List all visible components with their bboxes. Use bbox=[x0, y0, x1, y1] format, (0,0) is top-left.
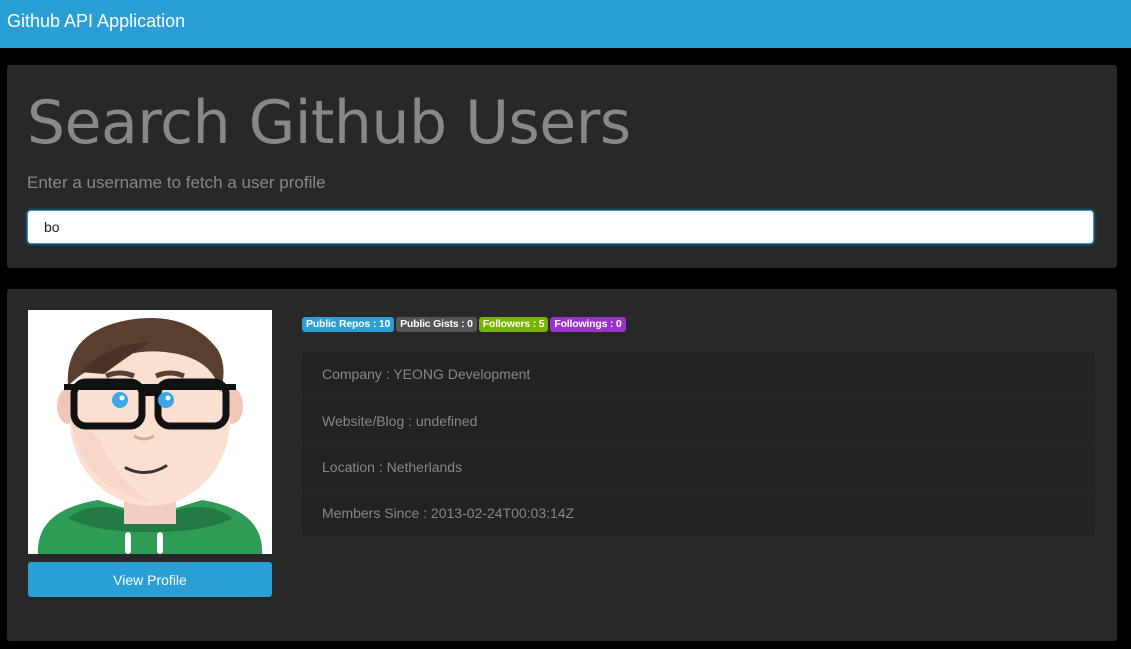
website-item: Website/Blog : undefined bbox=[302, 398, 1095, 444]
profile-details-list: Company : YEONG Development Website/Blog… bbox=[302, 352, 1095, 536]
navbar: Github API Application bbox=[0, 0, 1131, 48]
search-subtitle: Enter a username to fetch a user profile bbox=[27, 173, 326, 192]
avatar bbox=[28, 310, 272, 554]
public-gists-badge: Public Gists : 0 bbox=[396, 317, 477, 332]
navbar-brand[interactable]: Github API Application bbox=[7, 10, 185, 32]
badge-row: Public Repos : 10 Public Gists : 0 Followe… bbox=[302, 314, 628, 332]
location-item: Location : Netherlands bbox=[302, 444, 1095, 490]
company-item: Company : YEONG Development bbox=[322, 366, 531, 382]
view-profile-button[interactable]: View Profile bbox=[28, 562, 272, 597]
member-since-item: Members Since : 2013-02-24T00:03:14Z bbox=[302, 490, 1095, 536]
avatar-illustration bbox=[37, 318, 263, 554]
profile-panel: View Profile Public Repos : 10 Public Gis… bbox=[7, 289, 1117, 641]
page-title: Search Github Users bbox=[27, 88, 631, 158]
search-input[interactable] bbox=[27, 210, 1094, 244]
public-repos-badge: Public Repos : 10 bbox=[302, 317, 395, 332]
search-panel: Search Github Users Enter a username to … bbox=[7, 65, 1117, 268]
followings-badge: Followings : 0 bbox=[550, 317, 626, 332]
followers-badge: Followers : 5 bbox=[478, 317, 549, 332]
